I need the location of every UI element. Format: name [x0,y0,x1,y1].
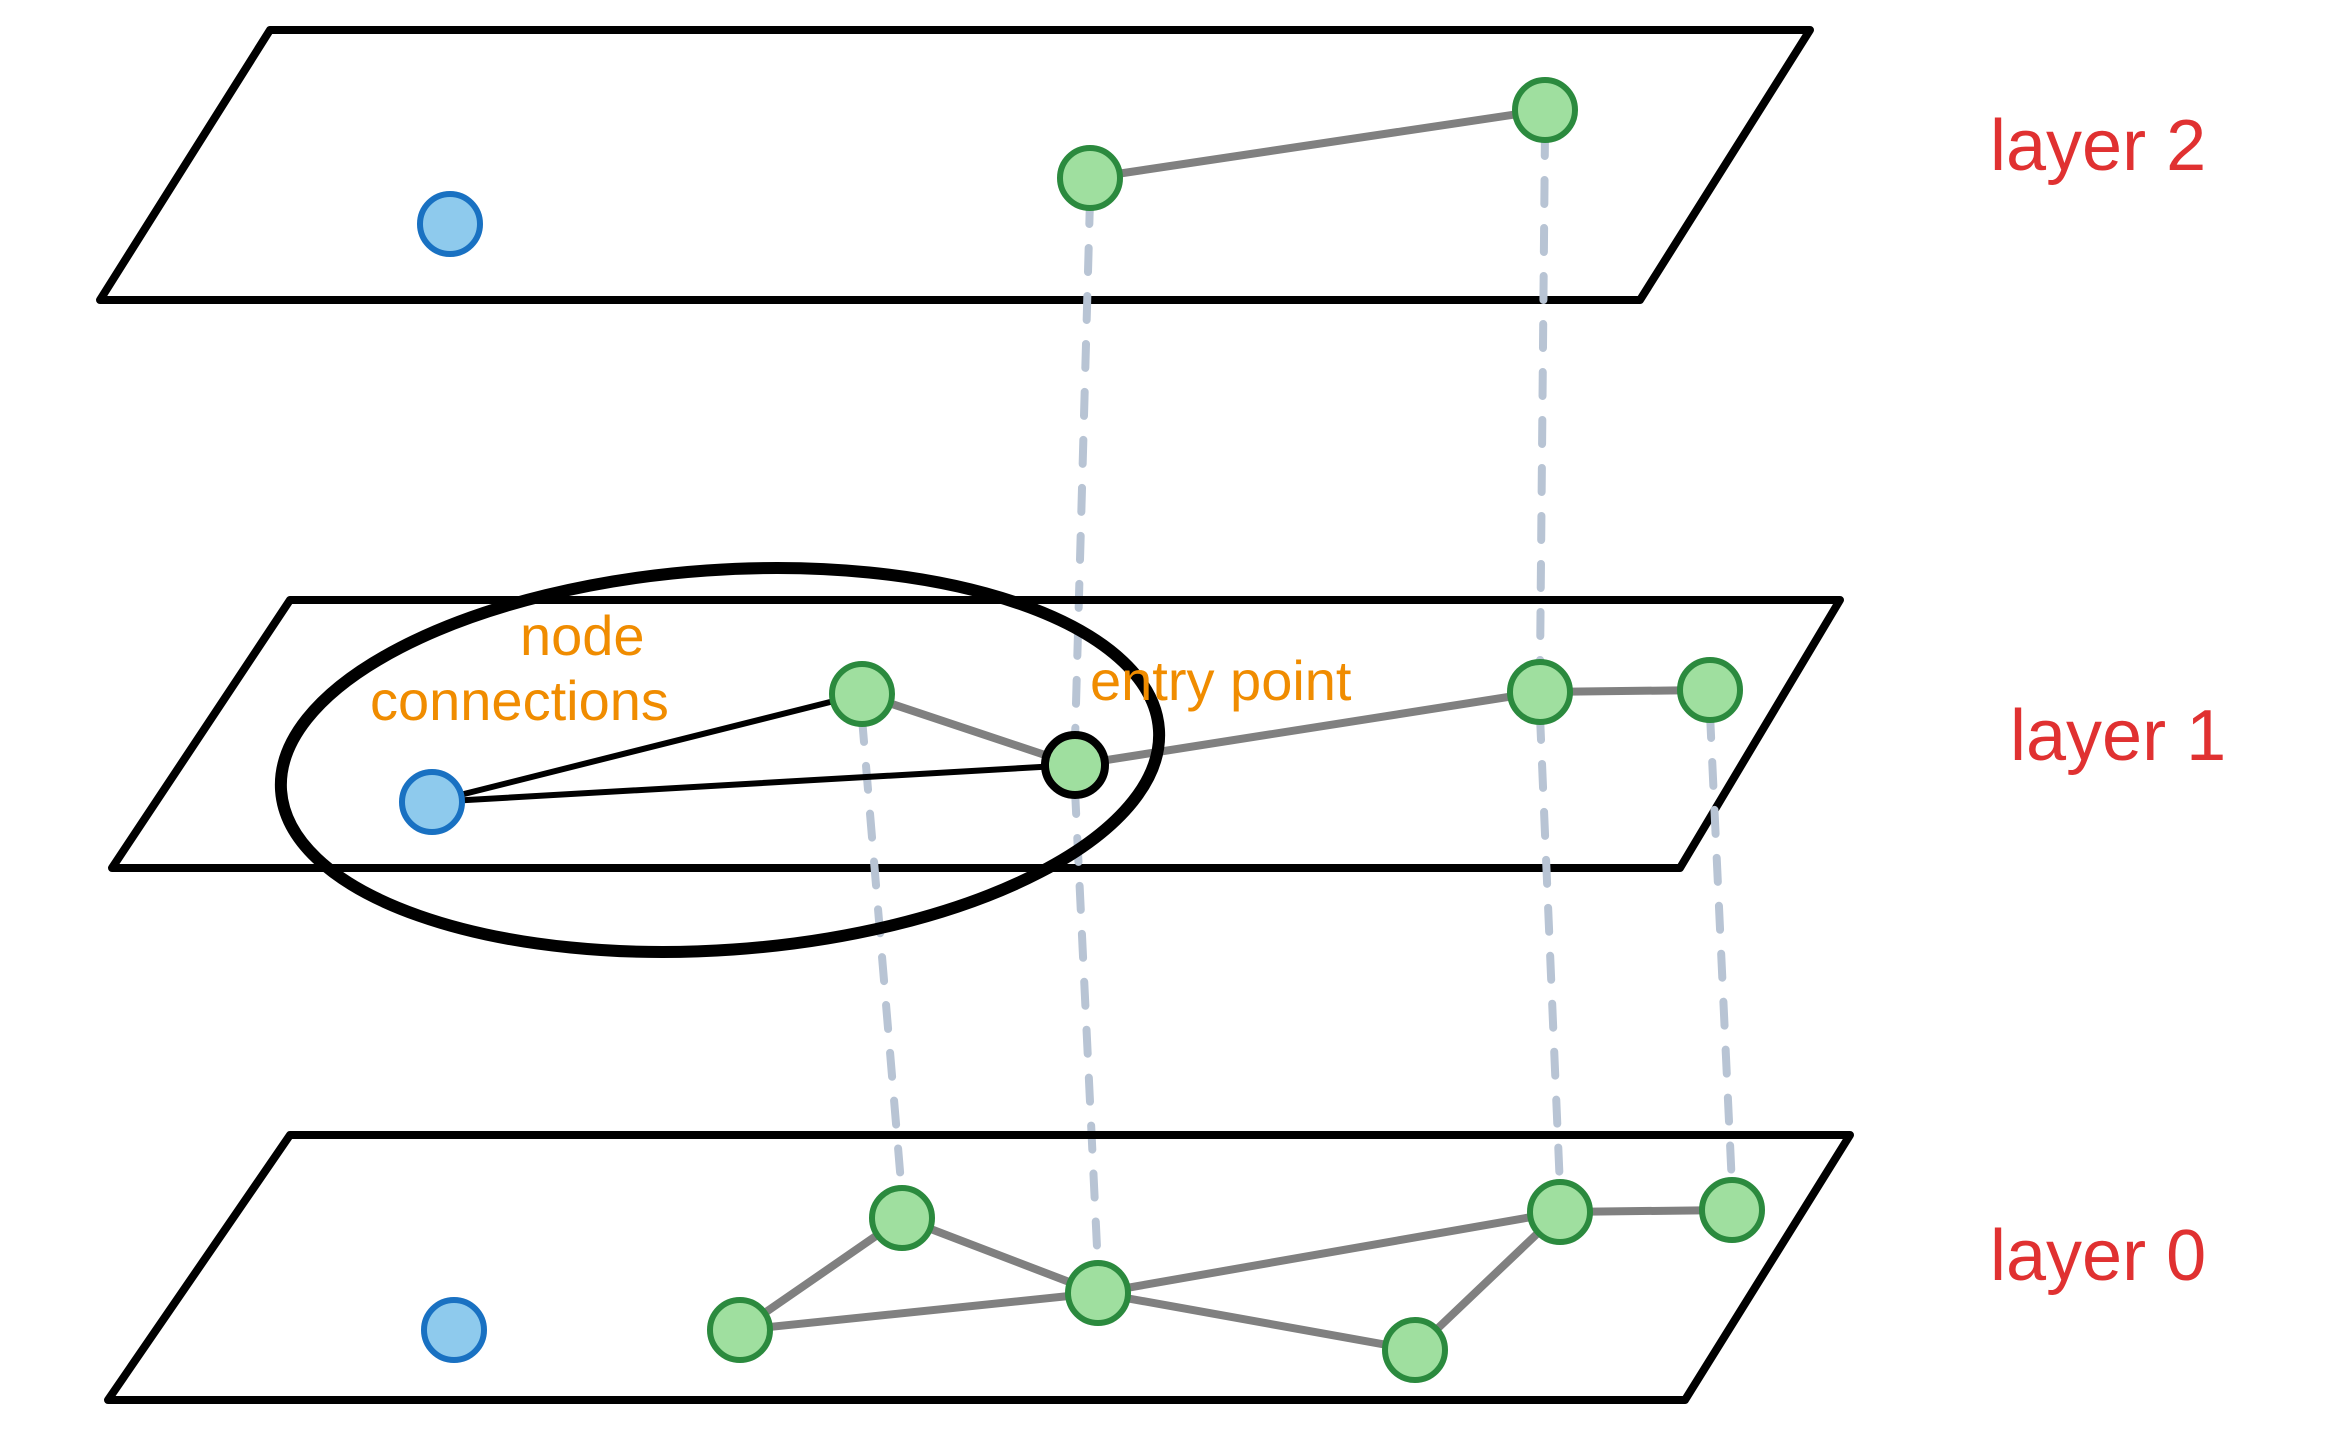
node-L1-top [832,664,892,724]
node-L0-g3 [1068,1263,1128,1323]
node-L0-query [424,1300,484,1360]
node-L0-g6 [1702,1180,1762,1240]
node-L2-query [420,194,480,254]
layer-0-plane [108,1135,1850,1400]
node-L1-r2 [1680,660,1740,720]
node-L2-g2 [1515,80,1575,140]
edge-L1blue-L1entry [432,765,1075,802]
vlink-L1top-L0g2 [862,718,902,1195]
label-entry-point: entry point [1090,649,1352,712]
vlink-L1entry-L0g3 [1075,790,1098,1268]
edge-L2g1-L2g2 [1090,110,1545,178]
edge-L0g1-L0g3 [740,1293,1098,1330]
hnsw-diagram: layer 2 layer 1 layer 0 node connections… [0,0,2341,1440]
node-L2-g1 [1060,148,1120,208]
vlink-L2g1-L1entry [1075,200,1090,740]
label-layer-1: layer 1 [2010,696,2226,776]
layer-2-plane [100,30,1810,300]
label-node-connections-l2: connections [370,669,669,732]
label-node-connections-l1: node [520,604,645,667]
node-L1-entry [1045,735,1105,795]
vlink-L2g2-L1r1 [1540,132,1545,668]
highlight-ellipse [268,540,1172,980]
node-L0-g2 [872,1188,932,1248]
node-L1-r1 [1510,662,1570,722]
node-L0-g4 [1385,1320,1445,1380]
node-L1-query [402,772,462,832]
label-layer-0: layer 0 [1990,1216,2206,1296]
vlink-L1r1-L0g5 [1540,716,1560,1188]
label-layer-2: layer 2 [1990,106,2206,186]
node-L0-g1 [710,1300,770,1360]
node-L0-g5 [1530,1182,1590,1242]
edge-L0g3-L0g4 [1098,1293,1415,1350]
